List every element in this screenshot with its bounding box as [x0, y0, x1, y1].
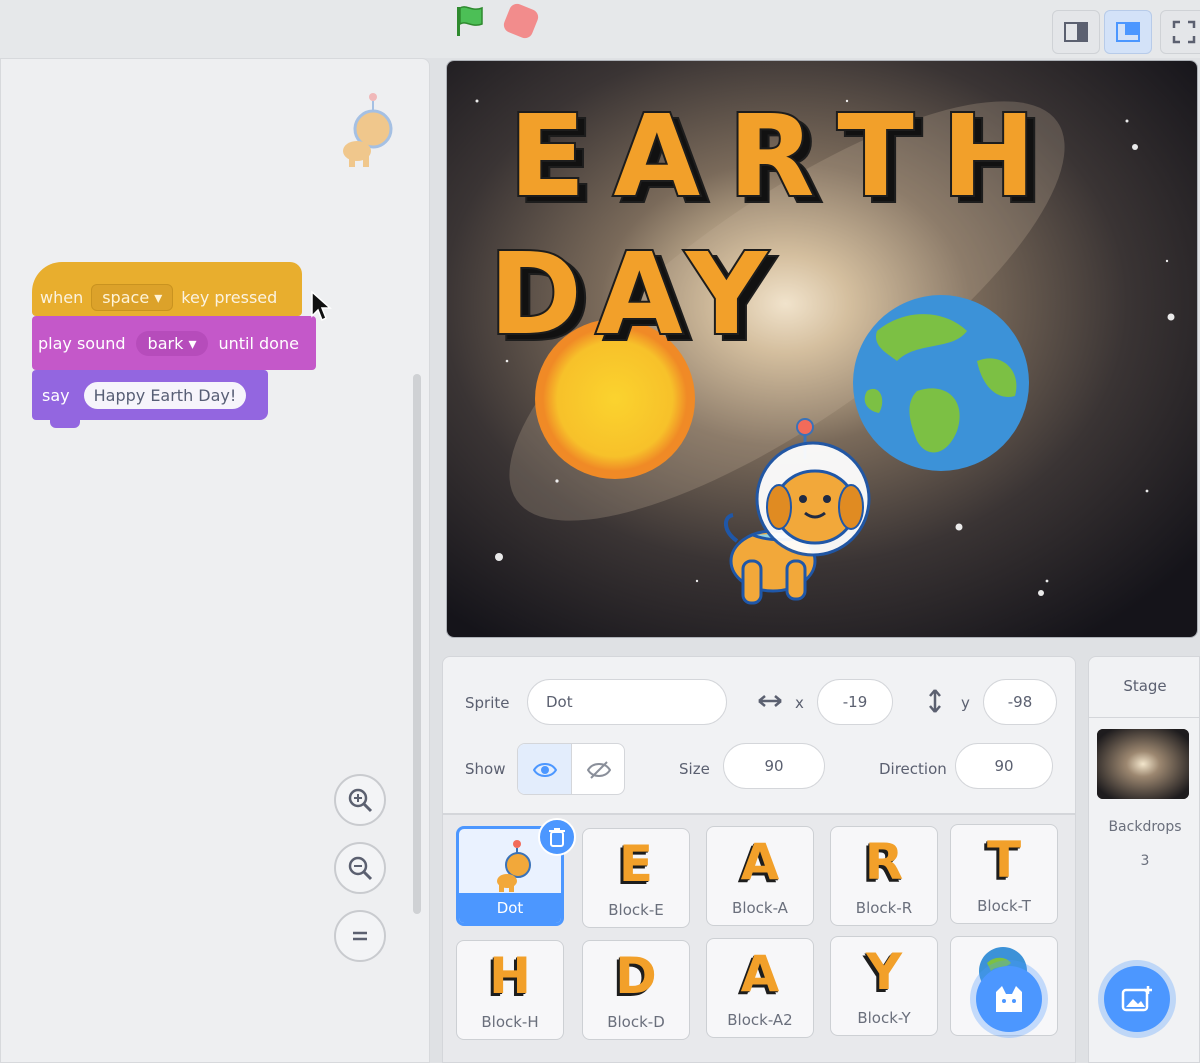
stage[interactable]: EARTH EARTH DAY DAY [446, 60, 1198, 638]
key-dropdown-value: space [102, 287, 150, 307]
trash-icon [549, 828, 565, 847]
image-add-icon [1121, 986, 1152, 1012]
sound-suffix: until done [218, 333, 299, 353]
fullscreen-icon [1172, 20, 1196, 44]
sprite-tile-block-a2[interactable]: A Block-A2 [706, 938, 814, 1038]
sound-prefix: play sound [38, 333, 126, 353]
block-a-thumbnail: A [740, 833, 780, 891]
sprite-info-pane: Sprite Dot x -19 y -98 Show Size 90 Dire… [442, 656, 1076, 814]
hat-prefix: when [40, 287, 84, 307]
zoom-in-button[interactable] [334, 774, 386, 826]
divider [1089, 717, 1200, 718]
small-stage-button[interactable] [1052, 10, 1100, 54]
sprite-tile-label: Block-A2 [727, 1011, 793, 1029]
block-r-thumbnail: R [864, 833, 904, 891]
cat-icon [996, 986, 1022, 1012]
say-message-input[interactable]: Happy Earth Day! [83, 381, 247, 409]
zoom-reset-button[interactable] [334, 910, 386, 962]
hat-suffix: key pressed [181, 287, 278, 307]
zoom-out-icon [348, 856, 373, 881]
key-dropdown[interactable]: space ▾ [91, 283, 174, 311]
play-sound-until-done-block[interactable]: play sound bark ▾ until done [32, 316, 316, 370]
sprite-tile-block-t[interactable]: T Block-T [950, 824, 1058, 924]
fullscreen-button[interactable] [1160, 10, 1200, 54]
eye-icon [532, 763, 557, 777]
stage-pane-title: Stage [1123, 677, 1167, 695]
zoom-in-icon [348, 788, 373, 813]
y-label: y [961, 694, 970, 712]
say-block[interactable]: say Happy Earth Day! [32, 370, 268, 420]
horizontal-arrows-icon [758, 695, 782, 707]
sprite-tile-label: Block-R [855, 899, 913, 917]
galaxy-thumbnail-icon [1097, 729, 1189, 799]
sprite-watermark-icon [343, 93, 393, 167]
when-key-pressed-block[interactable]: when space ▾ key pressed [32, 262, 302, 316]
block-e-thumbnail: E [618, 835, 654, 893]
mouse-cursor-icon [311, 290, 332, 322]
sprite-tile-label: Dot [459, 893, 561, 923]
green-flag-icon[interactable] [452, 4, 486, 38]
sprite-tile-label: Block-T [977, 897, 1031, 915]
x-input[interactable]: -19 [817, 679, 893, 725]
sprite-tile-block-y[interactable]: Y Block-Y [830, 936, 938, 1036]
backdrops-label: Backdrops [1108, 819, 1182, 835]
y-input[interactable]: -98 [983, 679, 1057, 725]
sprite-tile-block-h[interactable]: H Block-H [456, 940, 564, 1040]
dot-thumbnail-icon [497, 840, 531, 892]
block-t-thumbnail: T [986, 831, 1022, 889]
stage-canvas: EARTH EARTH DAY DAY [447, 61, 1197, 637]
sprite-tile-label: Block-D [607, 1013, 665, 1031]
backdrops-count: 3 [1140, 853, 1150, 869]
large-stage-icon [1116, 22, 1140, 42]
block-h-thumbnail: H [489, 947, 531, 1005]
earth-sprite [853, 295, 1029, 471]
zoom-reset-icon [353, 931, 367, 941]
stage-backdrop-thumbnail[interactable] [1097, 729, 1189, 799]
direction-input[interactable]: 90 [955, 743, 1053, 789]
chevron-down-icon: ▾ [188, 333, 197, 353]
stage-title-line1-front: EARTH [509, 92, 1064, 222]
block-d-thumbnail: D [615, 947, 657, 1005]
sprite-tile-label: Block-A [732, 899, 788, 917]
small-stage-icon [1064, 22, 1088, 42]
code-scrollbar[interactable] [413, 374, 421, 914]
sound-dropdown-value: bark [147, 333, 184, 353]
sprite-tile-label: Block-H [481, 1013, 539, 1031]
delete-sprite-button[interactable] [538, 818, 576, 856]
sprite-tile-block-e[interactable]: E Block-E [582, 828, 690, 928]
x-label: x [795, 694, 804, 712]
sprite-name-input[interactable]: Dot [527, 679, 727, 725]
sprite-tile-label: Block-E [608, 901, 664, 919]
chevron-down-icon: ▾ [154, 287, 163, 307]
sprite-label: Sprite [465, 694, 510, 712]
zoom-out-button[interactable] [334, 842, 386, 894]
size-input[interactable]: 90 [723, 743, 825, 789]
sprite-tile-block-a[interactable]: A Block-A [706, 826, 814, 926]
sprite-tile-label: Block-Y [857, 1009, 911, 1027]
show-toggle [517, 743, 625, 795]
choose-sprite-button[interactable] [976, 966, 1042, 1032]
block-y-thumbnail: Y [865, 943, 903, 1001]
sprite-tile-block-d[interactable]: D Block-D [582, 940, 690, 1040]
sound-dropdown[interactable]: bark ▾ [135, 330, 209, 356]
choose-backdrop-button[interactable] [1104, 966, 1170, 1032]
block-notch [50, 420, 80, 428]
eye-slash-icon [587, 761, 611, 779]
size-label: Size [679, 760, 710, 778]
direction-label: Direction [879, 760, 947, 778]
show-visible-button[interactable] [518, 744, 572, 794]
stop-icon[interactable] [501, 1, 541, 41]
block-a2-thumbnail: A [740, 945, 780, 1003]
vertical-arrows-icon [929, 689, 941, 713]
say-prefix: say [42, 385, 70, 405]
large-stage-button[interactable] [1104, 10, 1152, 54]
show-hidden-button[interactable] [572, 744, 624, 794]
show-label: Show [465, 760, 506, 778]
stage-header [0, 0, 1200, 58]
sprite-tile-block-r[interactable]: R Block-R [830, 826, 938, 926]
stage-title-line2-front: DAY [489, 230, 781, 360]
